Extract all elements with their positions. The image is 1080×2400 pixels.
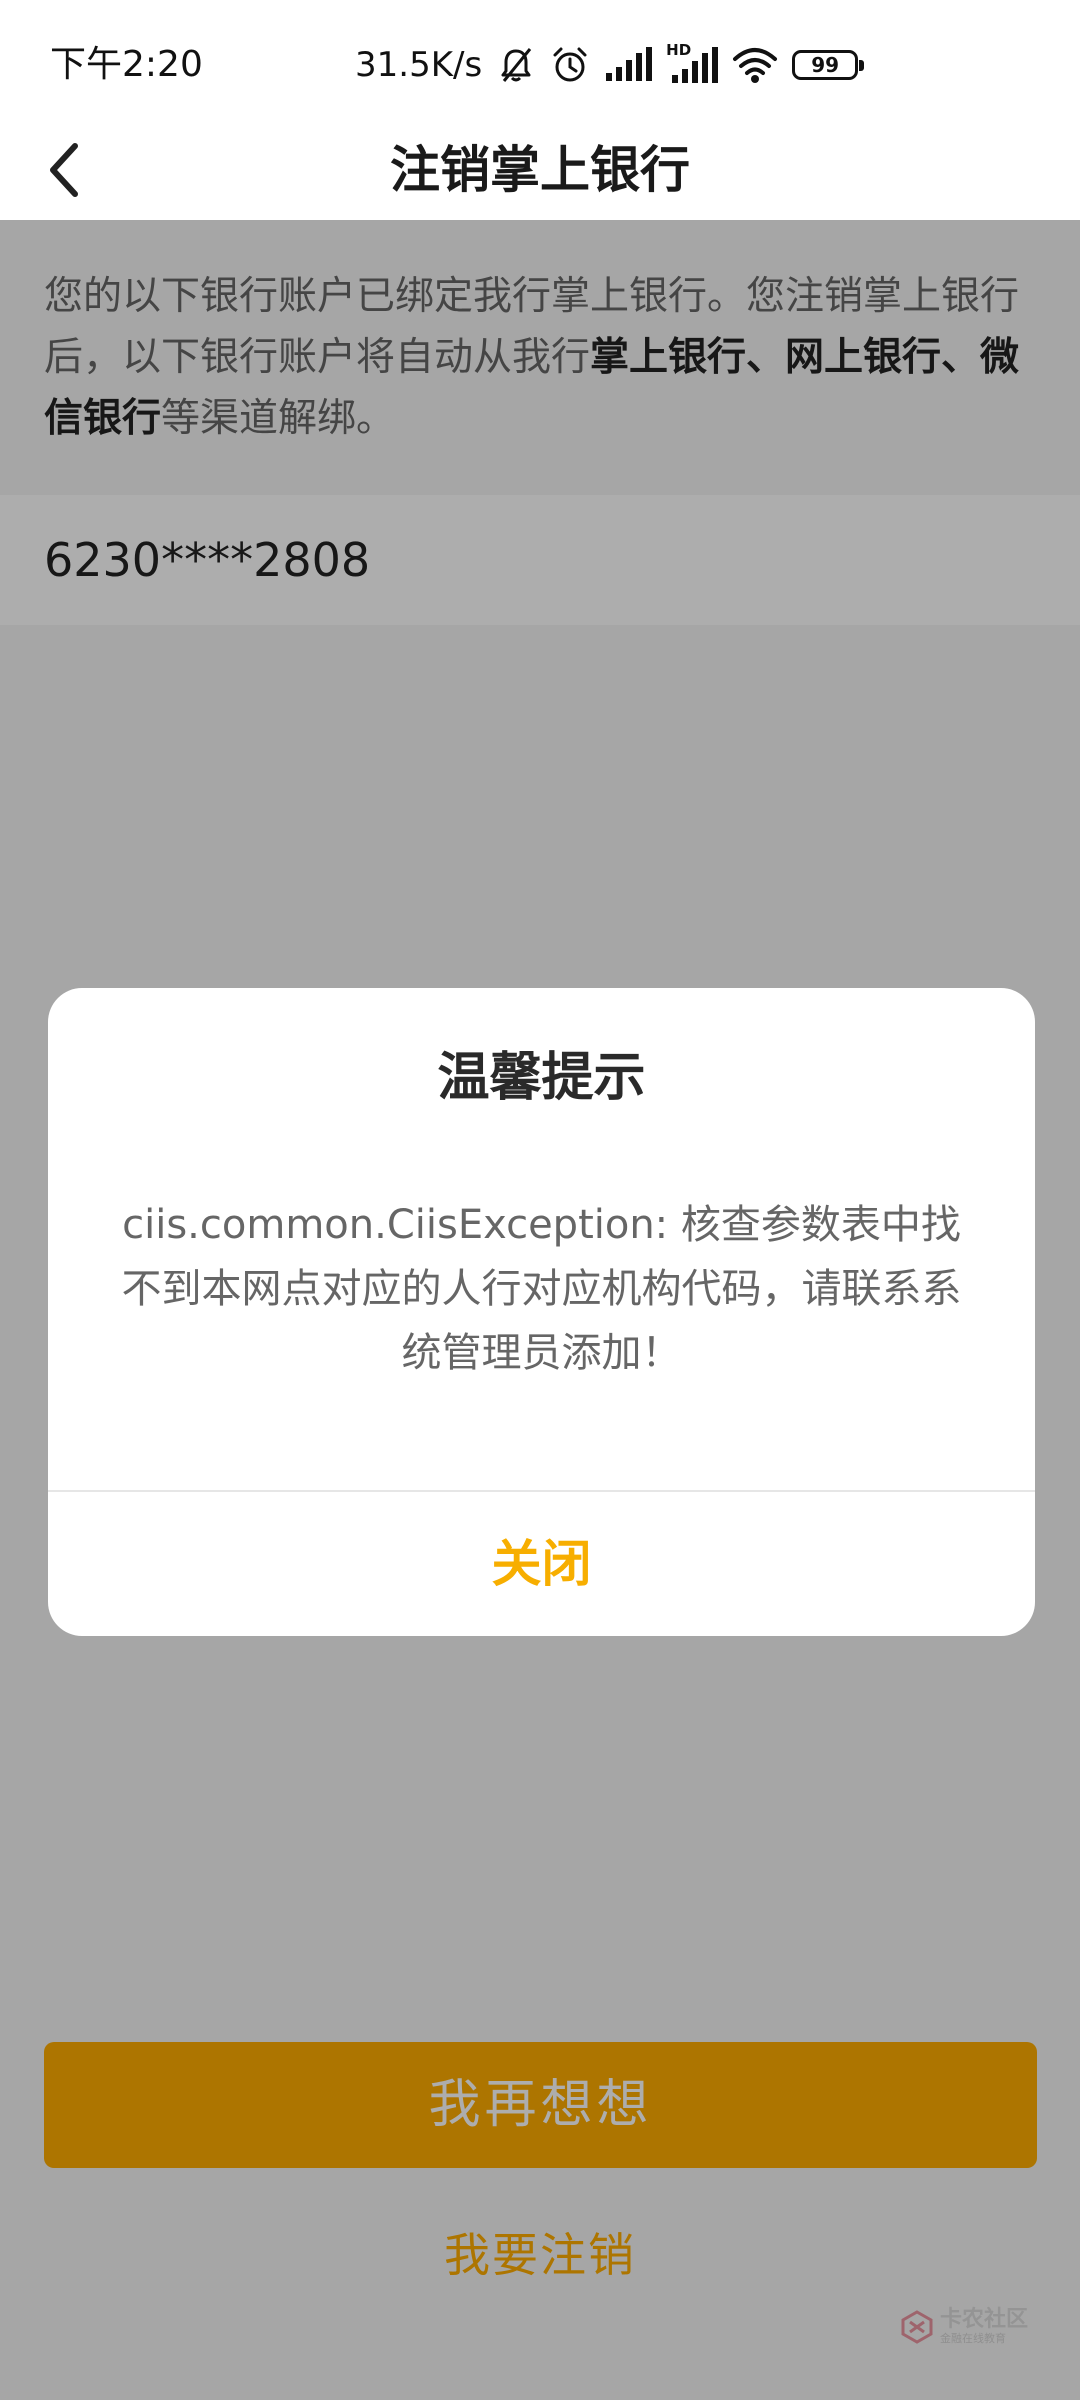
battery-icon: 99 (792, 50, 865, 80)
chevron-left-icon (50, 143, 78, 197)
battery-level: 99 (811, 53, 840, 77)
dialog-message: ciis.common.CiisException: 核查参数表中找不到本网点对… (121, 1202, 962, 1376)
wifi-icon (733, 48, 778, 83)
network-speed: 31.5K/s (355, 45, 483, 85)
hd-signal-icon: HD (666, 41, 719, 85)
nav-bar: 注销掌上银行 (0, 120, 1080, 220)
dialog-close-button[interactable]: 关闭 (48, 1492, 1035, 1636)
status-time: 下午2:20 (50, 44, 203, 85)
mute-bell-icon (501, 48, 532, 82)
signal-icon (606, 47, 653, 81)
page-title: 注销掌上银行 (390, 141, 690, 199)
status-bar: 下午2:20 31.5K/s HD 99 (0, 0, 1080, 120)
alert-dialog: 温馨提示 ciis.common.CiisException: 核查参数表中找不… (48, 988, 1035, 1636)
back-button[interactable] (30, 135, 100, 205)
status-icons: 31.5K/s HD 99 (355, 40, 865, 90)
alarm-icon (553, 47, 587, 82)
dialog-title: 温馨提示 (437, 1048, 646, 1108)
